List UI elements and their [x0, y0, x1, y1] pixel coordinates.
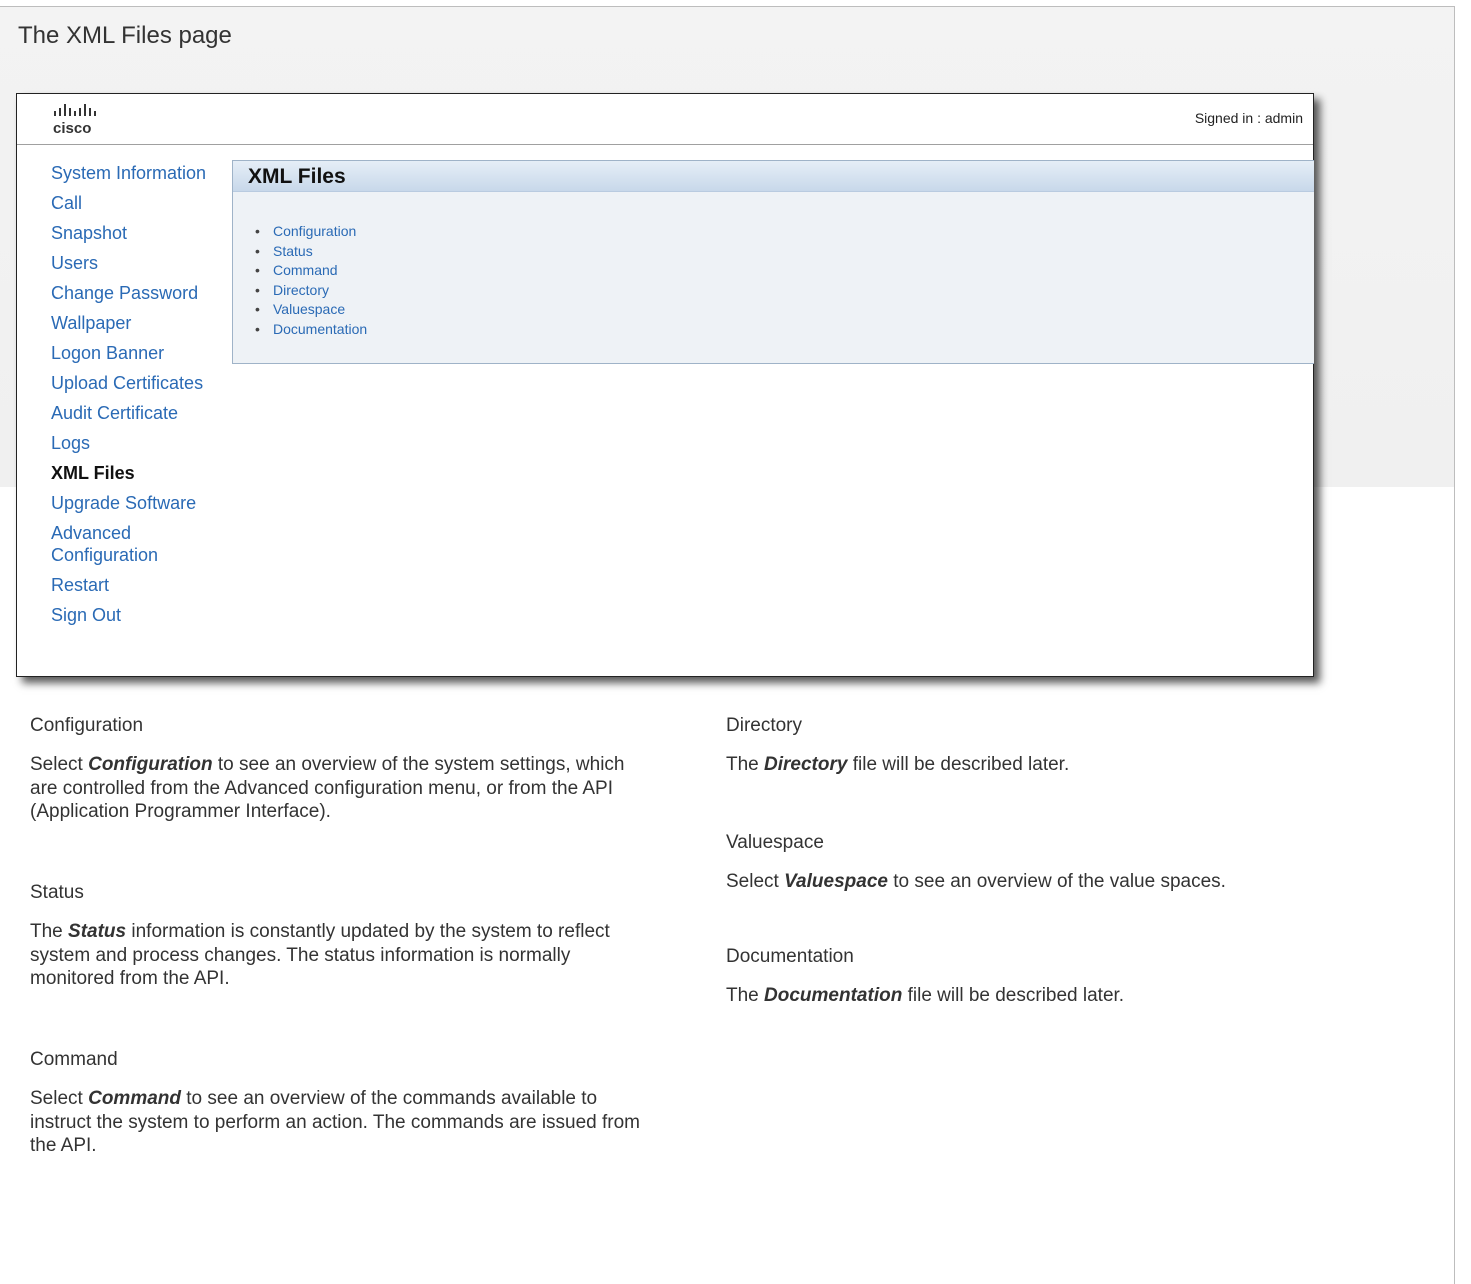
bullet-icon: •: [255, 262, 260, 279]
section-body: Select Command to see an overview of the…: [30, 1088, 641, 1156]
link-status[interactable]: Status: [273, 243, 313, 259]
section-heading: Documentation: [726, 946, 854, 967]
list-item: • Valuespace: [255, 300, 367, 320]
xml-file-list: • Configuration • Status • Command • Directo…: [255, 222, 367, 340]
section-heading: Valuespace: [726, 832, 824, 853]
link-configuration[interactable]: Configuration: [273, 223, 356, 239]
bullet-icon: •: [255, 320, 260, 337]
bullet-icon: •: [255, 223, 260, 239]
title-band: The XML Files page cisco Signed in: adm…: [0, 7, 1454, 677]
nav-item-xml-files[interactable]: XML Files: [51, 462, 231, 484]
section-heading: Directory: [726, 715, 803, 736]
bullet-icon: •: [255, 281, 260, 298]
nav-item-upload-certificates[interactable]: Upload Certificates: [51, 372, 231, 394]
section-body: The Status information is constantly upd…: [30, 921, 610, 989]
sidebar-nav: System Information Call Snapshot Users C…: [51, 162, 231, 634]
section-documentation: Documentation The Documentation file wil…: [726, 946, 1326, 1008]
panel-header: [233, 161, 1314, 192]
section-directory: Directory The Directory file will be des…: [726, 715, 1326, 777]
section-command: Command Select Command to see an overvie…: [30, 1049, 650, 1158]
nav-item-restart[interactable]: Restart: [51, 574, 231, 596]
link-valuespace[interactable]: Valuespace: [273, 301, 345, 317]
list-item: • Documentation: [255, 320, 367, 340]
nav-item-advanced-configuration[interactable]: Advanced Configuration: [51, 522, 231, 566]
nav-item-sign-out[interactable]: Sign Out: [51, 604, 231, 626]
xml-files-panel: XML Files • Configuration • Status • Comman…: [232, 160, 1314, 364]
list-item: • Status: [255, 242, 367, 262]
section-heading: Configuration: [30, 715, 144, 736]
section-body: Select Valuespace to see an overview of …: [726, 871, 1226, 892]
nav-item-users[interactable]: Users: [51, 252, 231, 274]
screenshot-window: cisco Signed in : admin System Informati…: [16, 93, 1314, 677]
list-item: • Directory: [255, 281, 367, 301]
section-body: Select Configuration to see an overview …: [30, 754, 625, 822]
nav-item-change-password[interactable]: Change Password: [51, 282, 231, 304]
section-heading: Command: [30, 1049, 118, 1070]
signed-in-status: Signed in : admin: [1194, 110, 1303, 126]
nav-item-logon-banner[interactable]: Logon Banner: [51, 342, 231, 364]
nav-item-upgrade-software[interactable]: Upgrade Software: [51, 492, 231, 514]
nav-item-system-information[interactable]: System Information: [51, 162, 231, 184]
link-command[interactable]: Command: [273, 262, 338, 278]
list-item: • Command: [255, 261, 367, 281]
logo-text: cisco: [53, 120, 91, 137]
section-configuration: Configuration Select Configuration to se…: [30, 715, 650, 824]
section-heading: Status: [30, 882, 84, 903]
panel-title: XML Files: [248, 165, 346, 188]
section-status: Status The Status information is constan…: [30, 882, 650, 991]
section-body: The Documentation file will be described…: [726, 985, 1125, 1006]
nav-item-snapshot[interactable]: Snapshot: [51, 222, 231, 244]
nav-item-call[interactable]: Call: [51, 192, 231, 214]
cisco-logo: cisco: [53, 104, 96, 137]
link-documentation[interactable]: Documentation: [273, 321, 367, 337]
section-valuespace: Valuespace Select Valuespace to see an o…: [726, 832, 1326, 894]
bullet-icon: •: [255, 242, 260, 259]
section-body: The Directory file will be described lat…: [726, 754, 1070, 775]
bullet-icon: •: [255, 301, 260, 318]
app-header: cisco Signed in : admin: [17, 94, 1313, 145]
nav-item-wallpaper[interactable]: Wallpaper: [51, 312, 231, 334]
link-directory[interactable]: Directory: [273, 282, 329, 298]
page-title: The XML Files page: [18, 22, 232, 49]
nav-item-audit-certificate[interactable]: Audit Certificate: [51, 402, 231, 424]
list-item: • Configuration: [255, 222, 367, 242]
nav-item-logs[interactable]: Logs: [51, 432, 231, 454]
page-frame: The XML Files page cisco Signed in: adm…: [0, 6, 1455, 1284]
